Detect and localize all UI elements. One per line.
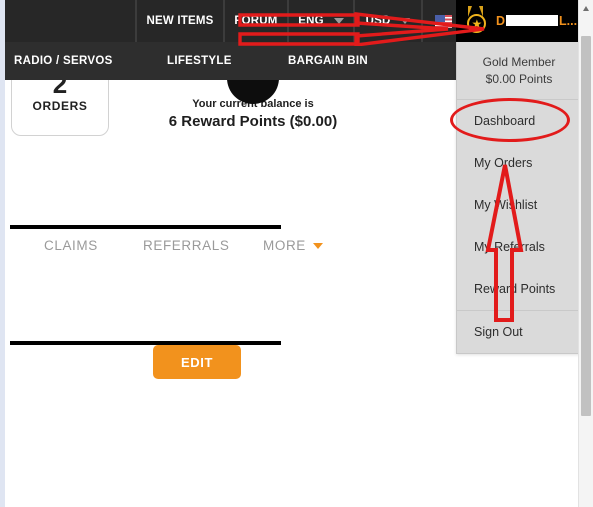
section-rule-middle	[10, 341, 281, 345]
menu-item-my-wishlist[interactable]: My Wishlist	[457, 184, 581, 226]
membership-header: Gold Member $0.00 Points	[457, 42, 581, 100]
left-gutter	[0, 0, 5, 507]
nav-forum-label: FORUM	[234, 15, 278, 27]
account-dropdown-menu: Gold Member $0.00 Points Dashboard My Or…	[456, 42, 582, 354]
currency-selector[interactable]: USD	[354, 0, 422, 42]
language-label: ENG	[298, 15, 324, 27]
scroll-up-arrow-icon[interactable]	[583, 6, 589, 11]
tab-referrals-label: REFERRALS	[143, 238, 230, 253]
tab-referrals[interactable]: REFERRALS	[143, 238, 229, 253]
membership-points: $0.00 Points	[485, 72, 553, 86]
dashboard-tabs: CLAIMS REFERRALS MORE	[5, 238, 325, 268]
account-name: D L...	[496, 14, 577, 28]
star-icon: ★	[471, 17, 483, 31]
account-menu-trigger[interactable]: ★ D L...	[456, 0, 593, 42]
page-scrollbar[interactable]	[578, 0, 593, 507]
nav-new-items-label: NEW ITEMS	[146, 15, 214, 27]
nav-bargain-bin-label: BARGAIN BIN	[288, 55, 368, 67]
membership-tier: Gold Member	[482, 55, 556, 69]
account-name-prefix: D	[496, 14, 506, 28]
balance-amount: 6 Reward Points ($0.00)	[168, 113, 338, 130]
edit-button[interactable]: EDIT	[153, 345, 241, 379]
menu-item-dashboard[interactable]: Dashboard	[457, 100, 581, 142]
menu-item-my-orders[interactable]: My Orders	[457, 142, 581, 184]
nav-lifestyle-label: LIFESTYLE	[167, 55, 232, 67]
section-rule-top	[10, 225, 281, 229]
nav-radio-servos-label: RADIO / SERVOS	[14, 55, 113, 67]
tab-more-label: MORE	[263, 238, 306, 253]
top-utility-nav-items: NEW ITEMS FORUM ENG USD	[0, 0, 484, 42]
flag-canton	[435, 14, 445, 22]
menu-item-sign-out[interactable]: Sign Out	[457, 310, 581, 353]
tab-more[interactable]: MORE	[263, 238, 323, 253]
scrollbar-thumb[interactable]	[581, 36, 591, 416]
page-root: 2 ORDERS $ Your current balance is 6 Rew…	[0, 0, 593, 507]
menu-item-my-referrals[interactable]: My Referrals	[457, 226, 581, 268]
nav-bargain-bin[interactable]: BARGAIN BIN	[288, 42, 368, 80]
nav-new-items[interactable]: NEW ITEMS	[136, 0, 224, 42]
tab-claims-label: CLAIMS	[44, 238, 98, 253]
orders-label: ORDERS	[32, 99, 88, 113]
nav-radio-servos[interactable]: RADIO / SERVOS	[14, 42, 113, 80]
redaction-block	[506, 15, 559, 26]
nav-spacer	[0, 0, 136, 42]
language-selector[interactable]: ENG	[288, 0, 354, 42]
gold-medal-icon: ★	[464, 6, 490, 36]
account-name-suffix: L...	[559, 14, 578, 28]
chevron-down-icon	[333, 18, 344, 24]
nav-forum[interactable]: FORUM	[224, 0, 288, 42]
nav-lifestyle[interactable]: LIFESTYLE	[167, 42, 232, 80]
tab-claims[interactable]: CLAIMS	[44, 238, 98, 253]
chevron-down-icon	[312, 242, 323, 249]
us-flag-icon	[435, 14, 452, 28]
chevron-down-icon	[400, 18, 411, 24]
currency-label: USD	[365, 15, 391, 27]
menu-item-reward-points[interactable]: Reward Points	[457, 268, 581, 310]
